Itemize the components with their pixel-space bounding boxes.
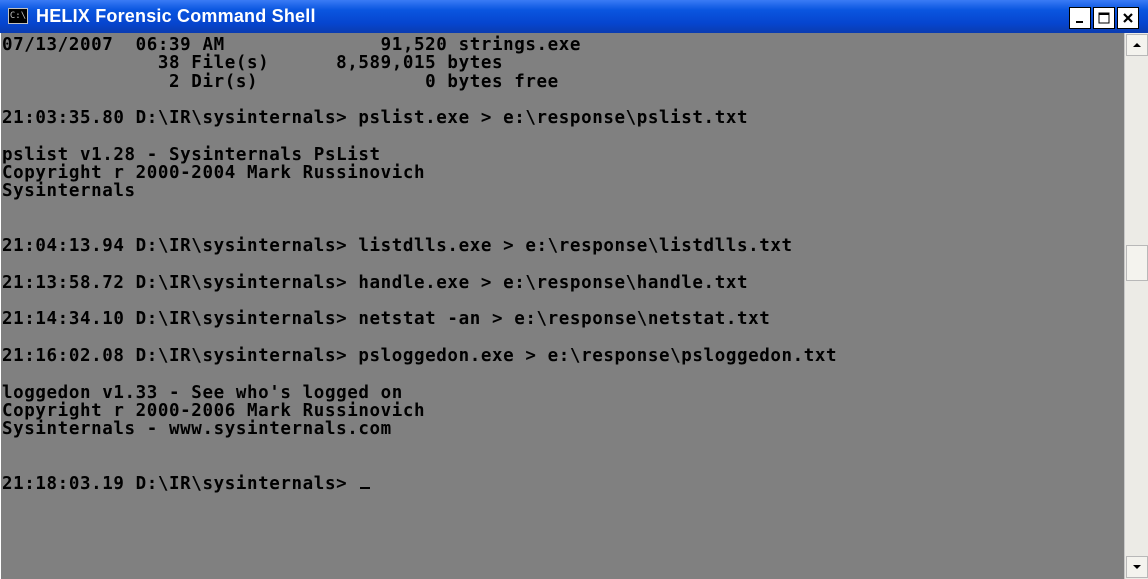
- console-line: 21:04:13.94 D:\IR\sysinternals> listdlls…: [2, 236, 793, 257]
- close-button[interactable]: [1117, 7, 1139, 29]
- minimize-icon: [1076, 21, 1083, 23]
- console-line: Copyright r 2000-2004 Mark Russinovich: [2, 163, 426, 184]
- console-icon[interactable]: C:\: [8, 8, 28, 24]
- scroll-up-button[interactable]: [1126, 34, 1148, 56]
- console-line: 21:16:02.08 D:\IR\sysinternals> pslogged…: [2, 346, 838, 367]
- text-cursor: [360, 487, 371, 490]
- console-line: 07/13/2007 06:39 AM 91,520 strings.exe: [2, 35, 582, 55]
- console-line: Sysinternals - www.sysinternals.com: [2, 419, 392, 440]
- maximize-icon: [1098, 12, 1110, 24]
- arrow-down-icon: [1133, 565, 1141, 569]
- console-line: 21:03:35.80 D:\IR\sysinternals> pslist.e…: [2, 108, 749, 129]
- console-line: Copyright r 2000-2006 Mark Russinovich: [2, 400, 426, 421]
- close-icon: [1123, 13, 1133, 23]
- console-line: pslist v1.28 - Sysinternals PsList: [2, 144, 381, 165]
- vertical-scrollbar[interactable]: [1124, 33, 1148, 579]
- maximize-button[interactable]: [1093, 7, 1115, 29]
- console-line: 21:14:34.10 D:\IR\sysinternals> netstat …: [2, 309, 771, 330]
- minimize-button[interactable]: [1069, 7, 1091, 29]
- console-line: loggedon v1.33 - See who's logged on: [2, 382, 403, 403]
- console-prompt-line: 21:18:03.19 D:\IR\sysinternals>: [2, 475, 1124, 493]
- scroll-down-button[interactable]: [1126, 556, 1148, 578]
- console-line: 38 File(s) 8,589,015 bytes: [2, 53, 504, 74]
- console-line: 21:13:58.72 D:\IR\sysinternals> handle.e…: [2, 272, 749, 293]
- console-line: 2 Dir(s) 0 bytes free: [2, 71, 559, 92]
- window-title: HELIX Forensic Command Shell: [36, 6, 316, 26]
- console-output[interactable]: 07/13/2007 06:39 AM 91,520 strings.exe 3…: [0, 33, 1124, 579]
- title-bar[interactable]: C:\ HELIX Forensic Command Shell: [0, 0, 1148, 33]
- console-line: Sysinternals: [2, 181, 136, 202]
- arrow-up-icon: [1133, 43, 1141, 47]
- scrollbar-thumb[interactable]: [1126, 245, 1148, 281]
- console-window: C:\ HELIX Forensic Command Shell 07/13/2…: [0, 0, 1148, 579]
